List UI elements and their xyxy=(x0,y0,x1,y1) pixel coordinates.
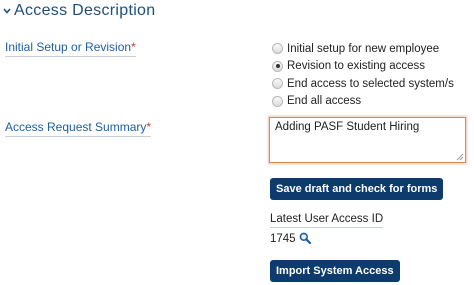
radio-option-initial-setup[interactable]: Initial setup for new employee xyxy=(272,40,454,58)
access-summary-label-text: Access Request Summary xyxy=(5,120,147,134)
radio-option-revision[interactable]: Revision to existing access xyxy=(272,58,454,76)
required-marker: * xyxy=(146,120,152,134)
chevron-down-icon[interactable] xyxy=(2,4,12,18)
initial-setup-label: Initial Setup or Revision* xyxy=(5,40,136,57)
latest-access-label: Latest User Access ID xyxy=(270,213,384,228)
radio-label[interactable]: End all access xyxy=(287,95,361,107)
radio-label[interactable]: Revision to existing access xyxy=(287,60,425,72)
access-description-page: Access Description Initial Setup or Revi… xyxy=(0,0,474,285)
required-marker: * xyxy=(131,40,136,54)
radio-option-end-all[interactable]: End all access xyxy=(272,93,454,111)
initial-setup-label-text: Initial Setup or Revision xyxy=(5,40,132,54)
radio-button[interactable] xyxy=(272,78,283,90)
radio-label[interactable]: End access to selected system/s xyxy=(287,78,454,90)
section-header[interactable]: Access Description xyxy=(2,0,155,22)
latest-access-id: 1745 xyxy=(270,232,311,245)
magnifier-icon[interactable] xyxy=(299,232,311,244)
initial-setup-radio-group: Initial setup for new employee Revision … xyxy=(272,40,454,110)
radio-button[interactable] xyxy=(272,95,283,107)
save-draft-button[interactable]: Save draft and check for forms xyxy=(270,178,444,200)
access-summary-label: Access Request Summary* xyxy=(5,120,152,137)
radio-button[interactable] xyxy=(272,43,283,55)
radio-button-selected[interactable] xyxy=(272,60,283,72)
radio-label[interactable]: Initial setup for new employee xyxy=(287,43,439,55)
import-system-access-button[interactable]: Import System Access xyxy=(270,260,400,282)
radio-option-end-selected[interactable]: End access to selected system/s xyxy=(272,75,454,93)
section-title: Access Description xyxy=(14,2,156,19)
access-summary-textarea[interactable]: Adding PASF Student Hiring xyxy=(269,117,466,163)
access-id-value: 1745 xyxy=(270,233,296,245)
resize-grip-icon[interactable] xyxy=(456,153,464,161)
